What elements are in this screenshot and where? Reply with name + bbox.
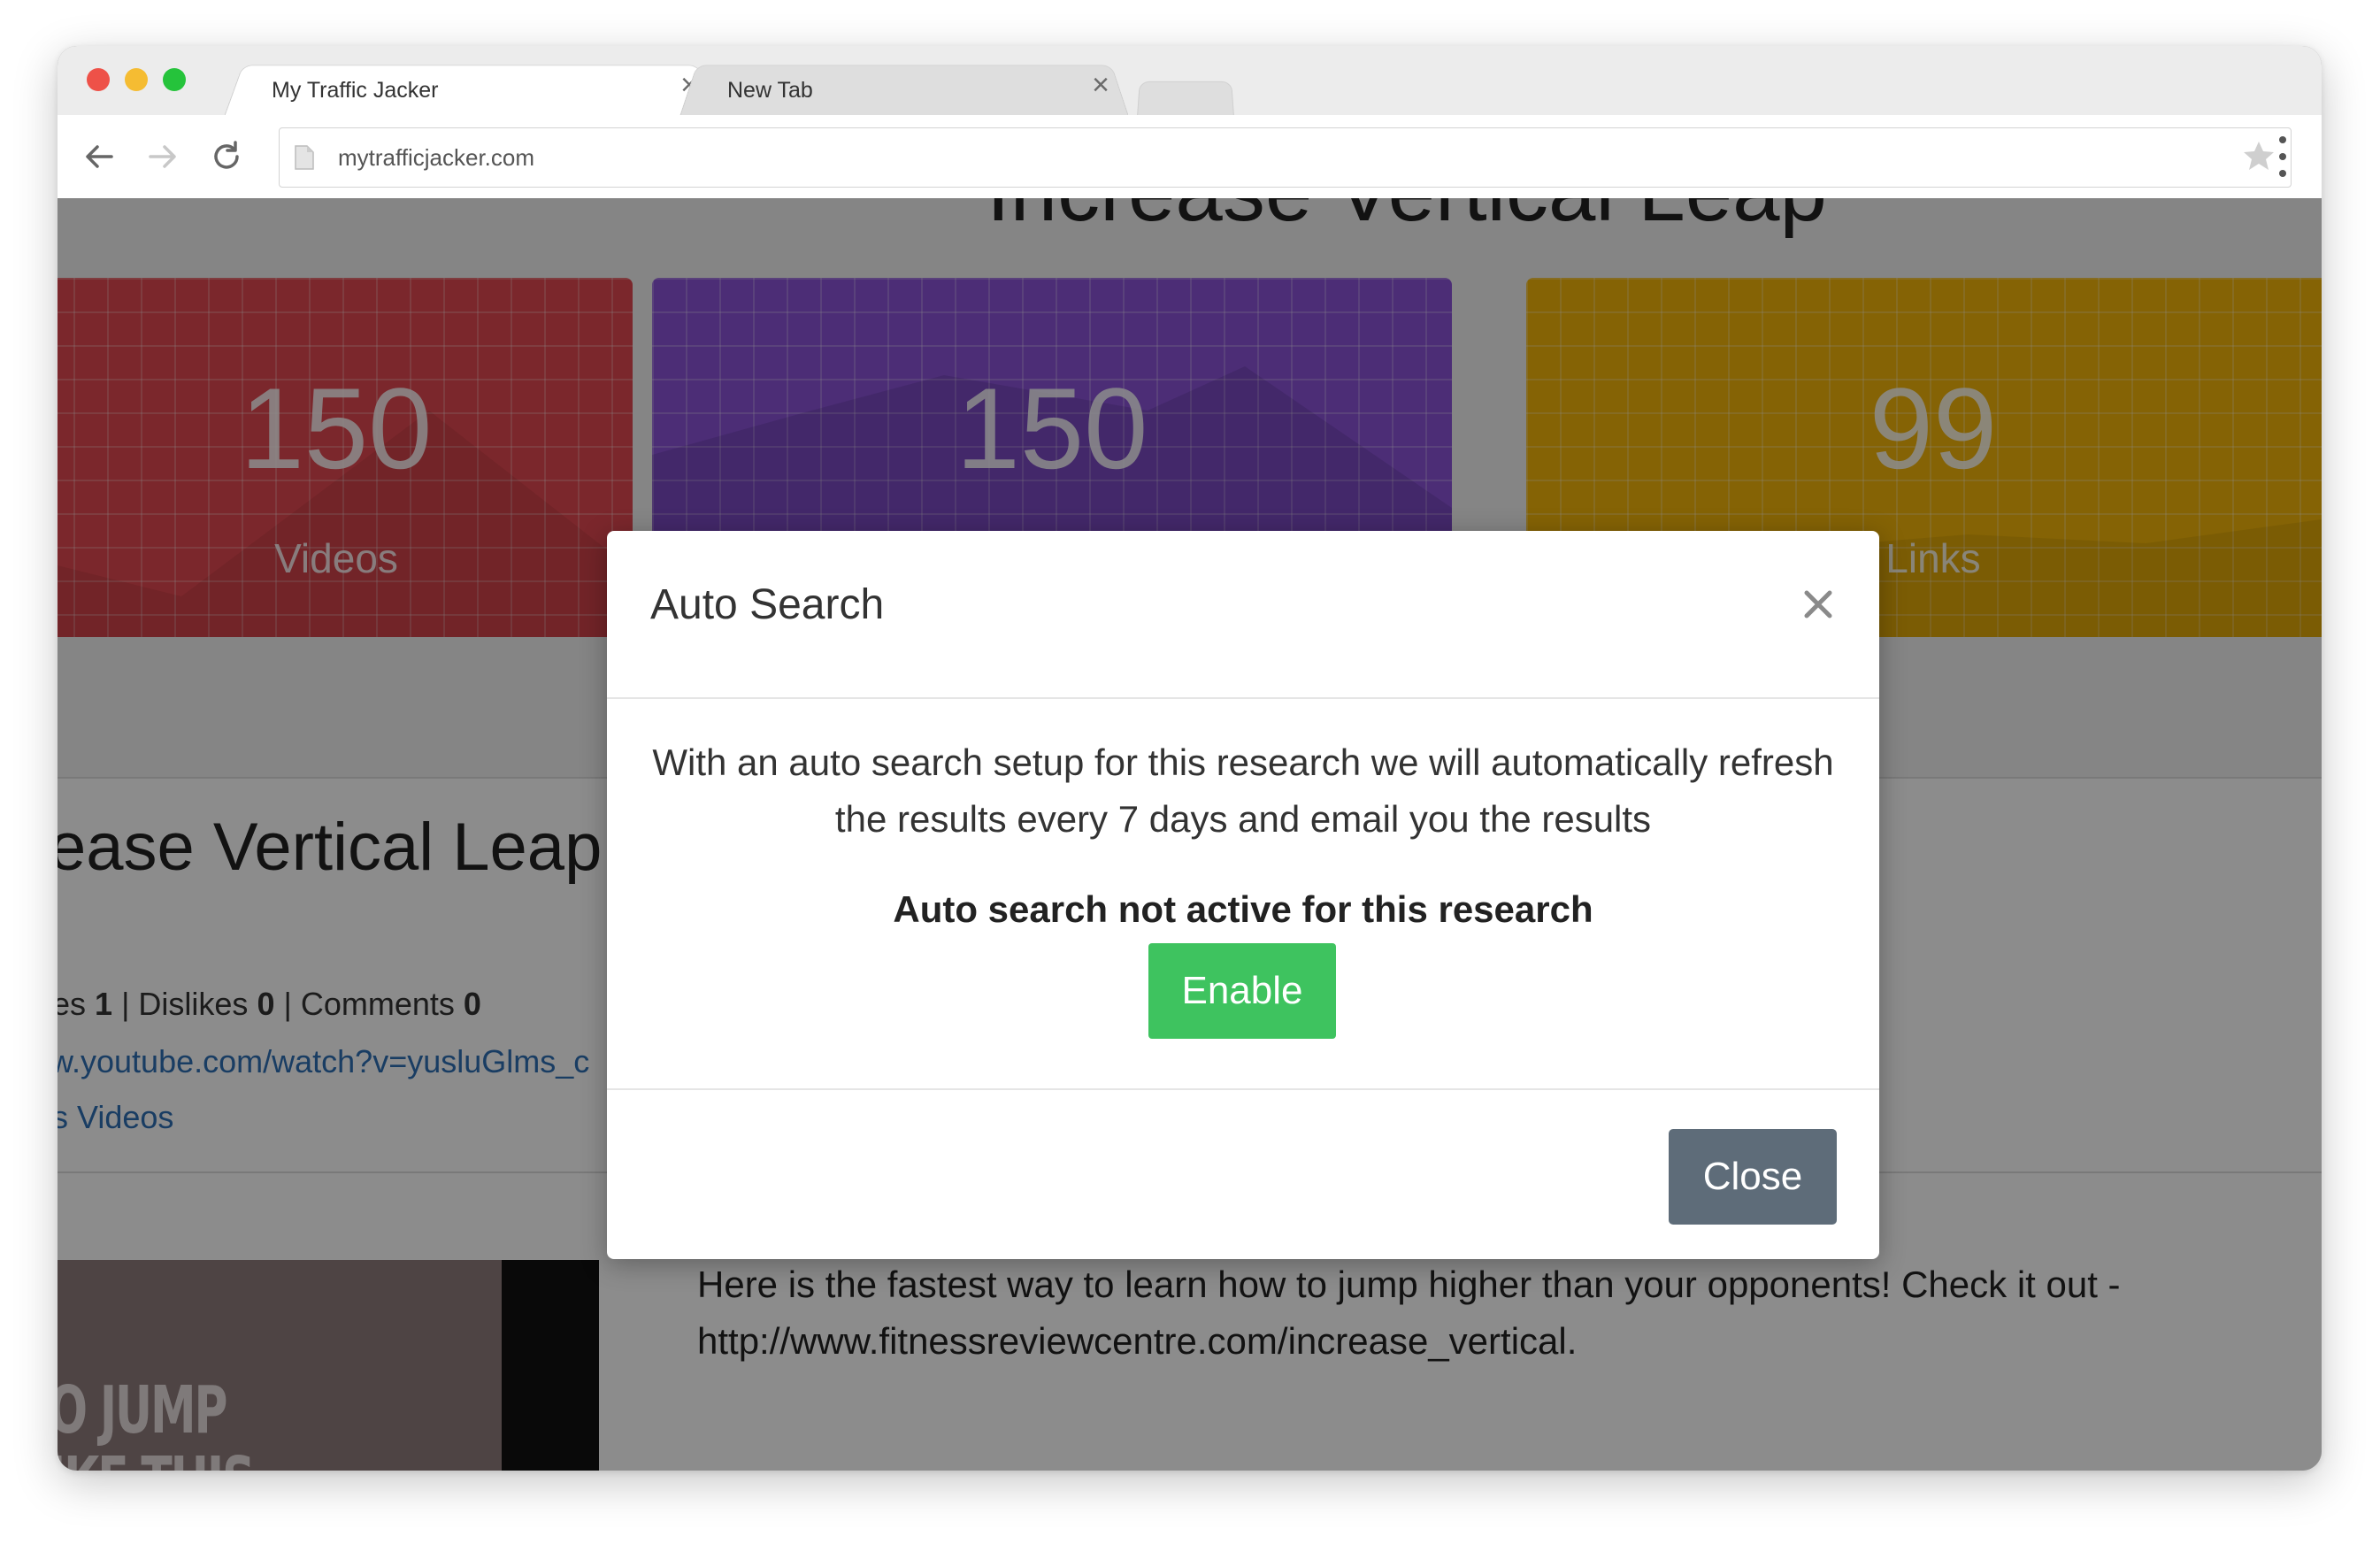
arrow-right-icon (149, 145, 176, 168)
page-icon (295, 145, 314, 170)
tab-my-traffic-jacker[interactable]: My Traffic Jacker × (224, 58, 718, 117)
browser-toolbar: mytrafficjacker.com (58, 115, 2322, 199)
modal-description: With an auto search setup for this resea… (652, 741, 1834, 840)
browser-window: My Traffic Jacker × New Tab × mytrafficj… (58, 46, 2322, 1471)
back-button[interactable] (77, 134, 121, 179)
page-content: Increase Vertical Leap 150 Videos 150 99… (58, 198, 2322, 1471)
auto-search-status: Auto search not active for this research (893, 888, 1593, 930)
tab-title: New Tab (727, 78, 813, 103)
reload-icon (214, 141, 239, 169)
forward-button[interactable] (141, 134, 185, 179)
bookmark-star-icon[interactable] (2241, 139, 2276, 174)
close-button[interactable]: Close (1669, 1129, 1837, 1225)
tab-bar: My Traffic Jacker × New Tab × (58, 46, 2322, 117)
enable-button[interactable]: Enable (1148, 943, 1336, 1039)
minimize-window-button[interactable] (125, 68, 148, 91)
close-window-button[interactable] (87, 68, 110, 91)
modal-header: Auto Search (607, 531, 1879, 699)
close-icon[interactable] (1796, 582, 1840, 626)
modal-body: With an auto search setup for this resea… (607, 699, 1879, 1090)
new-tab-button[interactable] (1137, 78, 1234, 117)
browser-menu-icon[interactable] (2274, 134, 2292, 179)
maximize-window-button[interactable] (163, 68, 186, 91)
address-bar[interactable]: mytrafficjacker.com (279, 127, 2292, 188)
url-text: mytrafficjacker.com (338, 144, 535, 171)
reload-button[interactable] (204, 134, 249, 179)
tab-title: My Traffic Jacker (272, 78, 439, 103)
tab-new-tab[interactable]: New Tab × (679, 58, 1129, 117)
auto-search-modal: Auto Search With an auto search setup fo… (607, 531, 1879, 1259)
modal-title: Auto Search (650, 581, 885, 628)
close-tab-icon[interactable]: × (1092, 67, 1109, 103)
arrow-left-icon (86, 145, 113, 168)
